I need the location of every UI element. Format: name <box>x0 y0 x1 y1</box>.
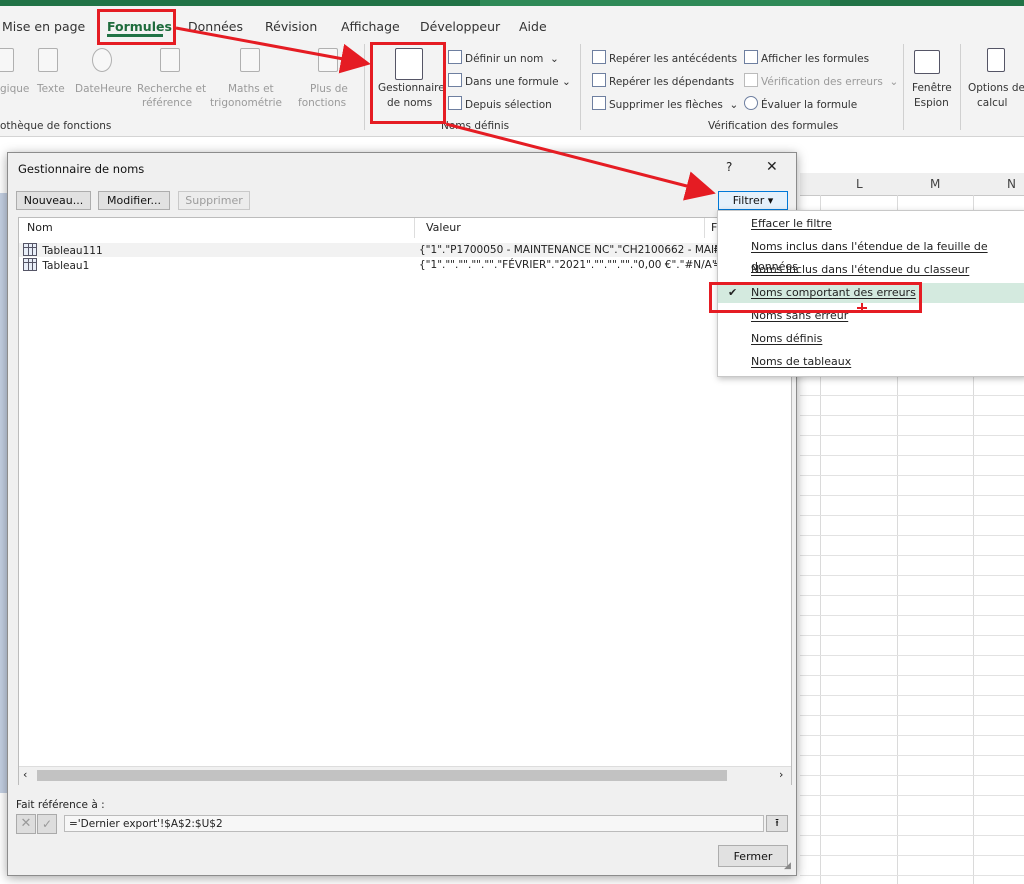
annotation-arrows <box>175 26 867 313</box>
